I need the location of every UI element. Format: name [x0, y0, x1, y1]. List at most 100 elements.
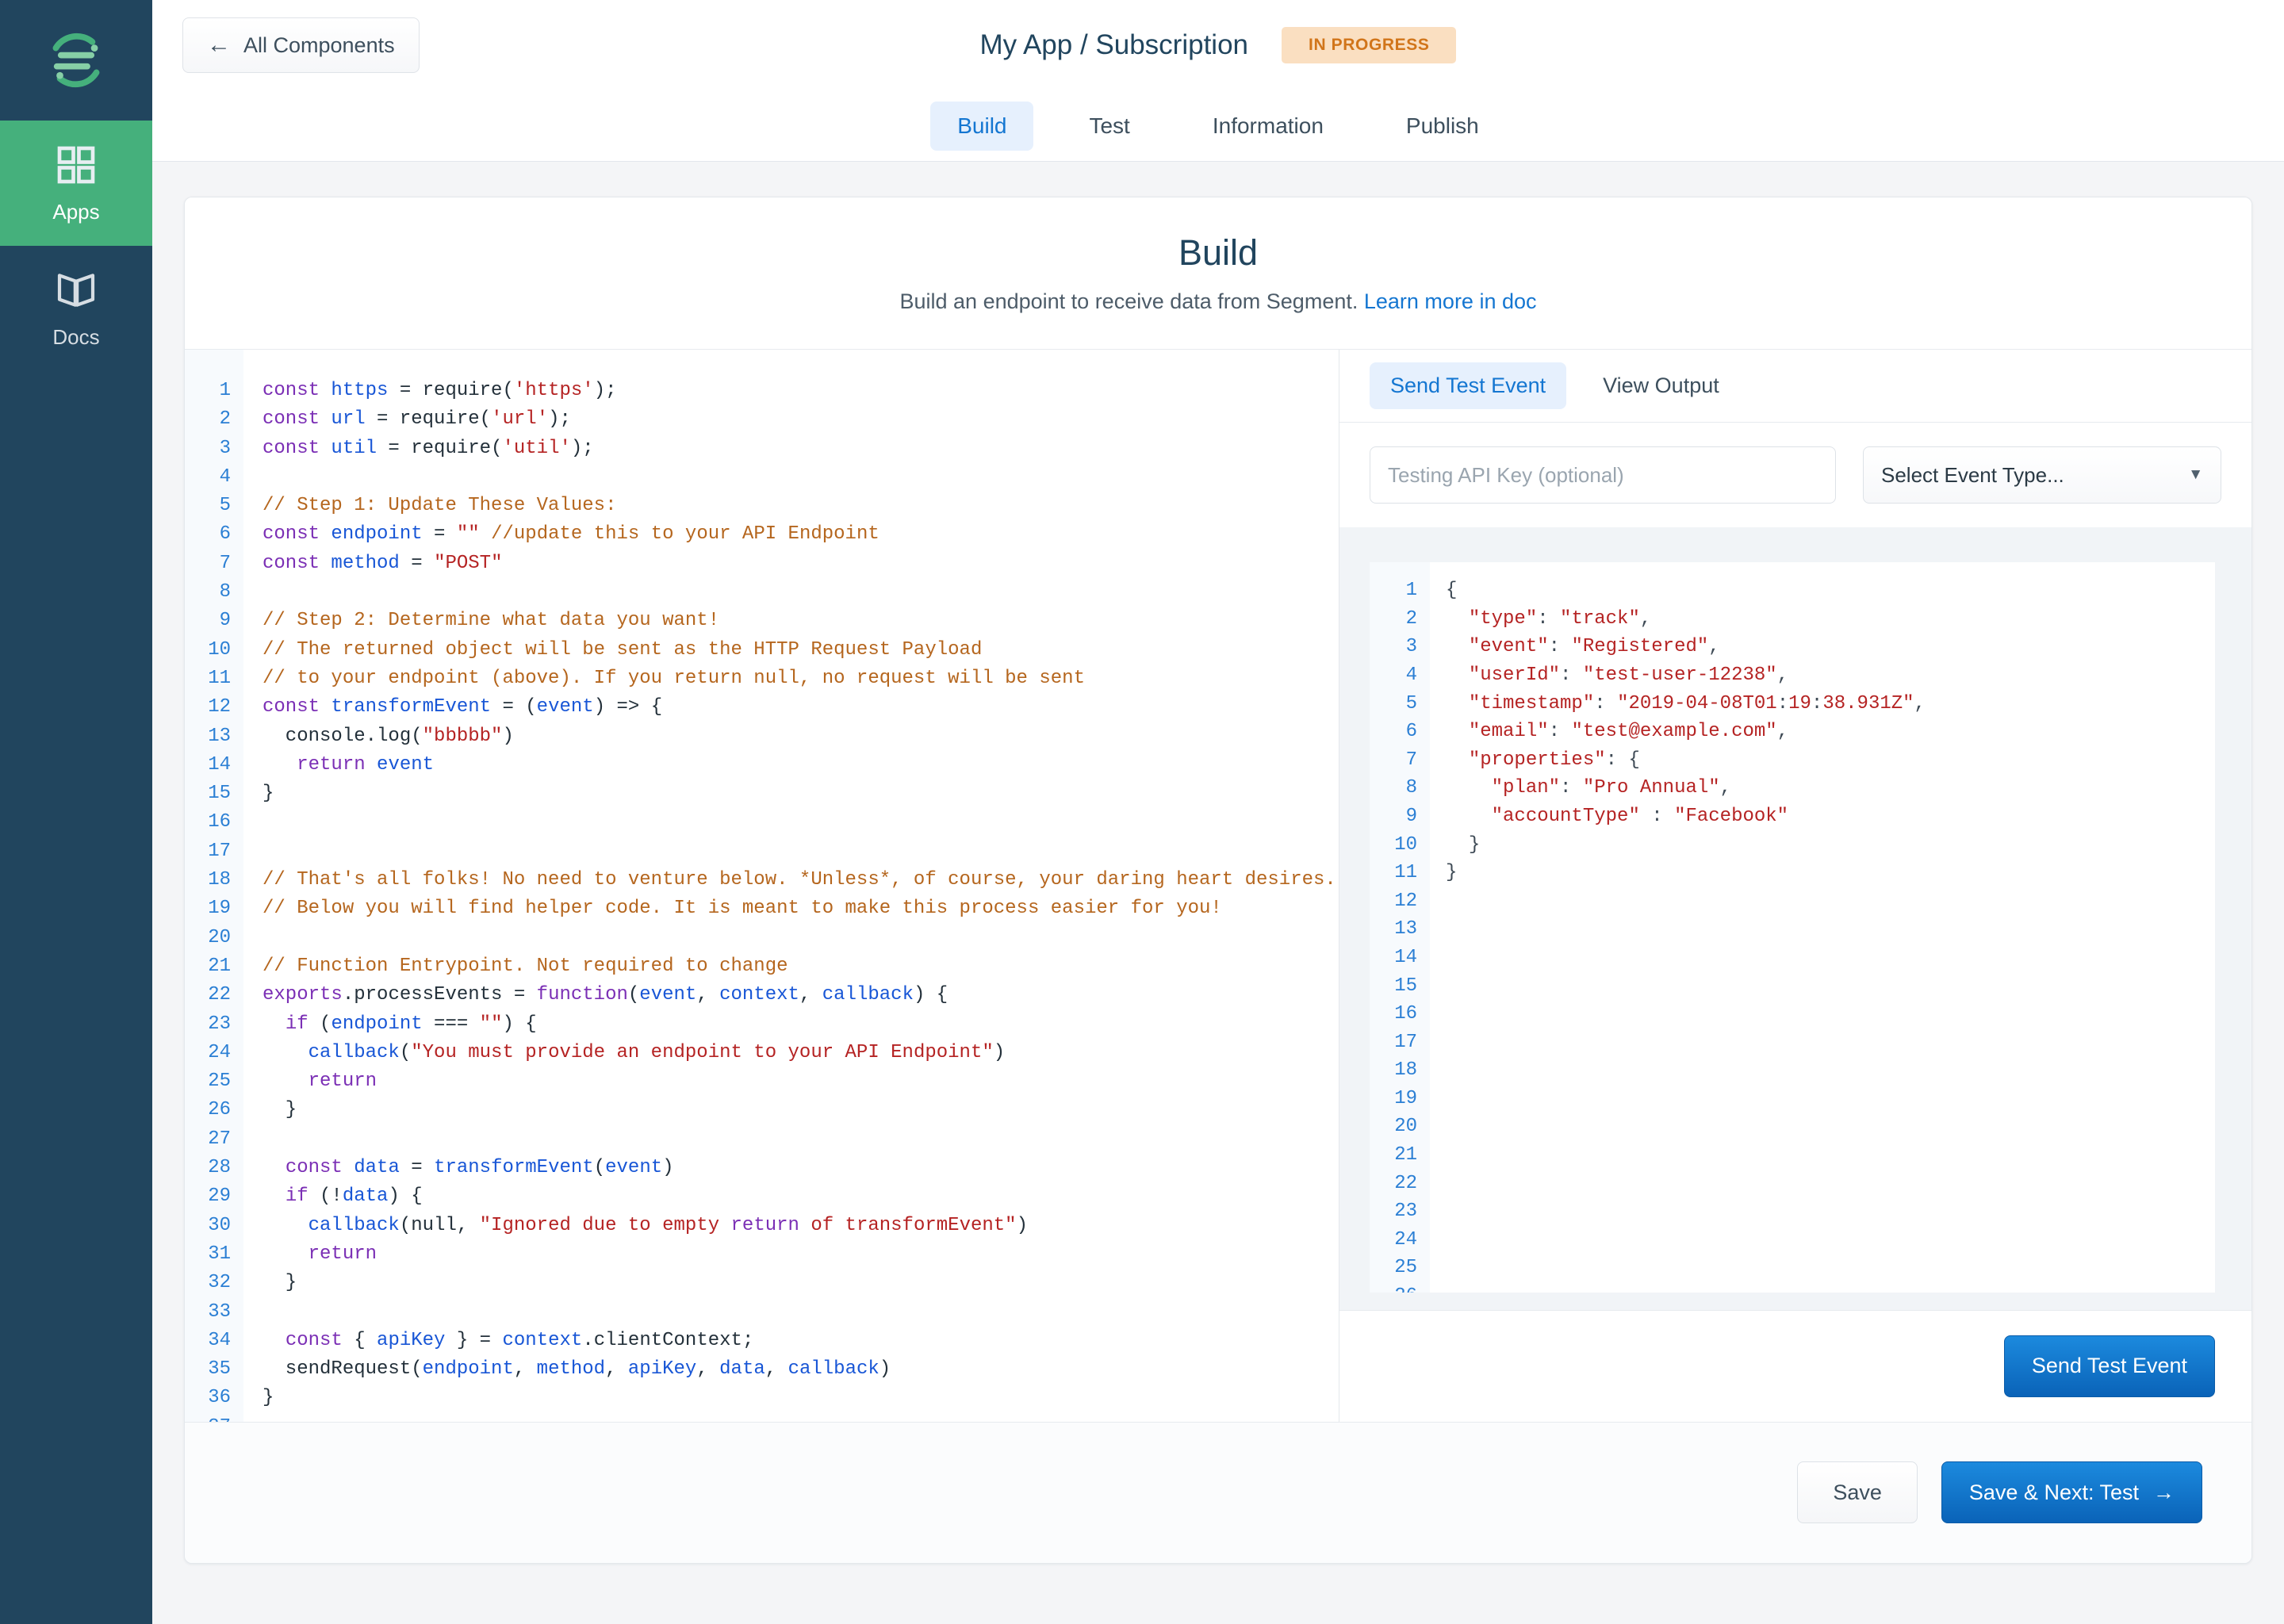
json-line: "type": "track", [1446, 605, 2215, 634]
code-line-number: 35 [185, 1355, 243, 1384]
json-line-number: 13 [1370, 915, 1430, 944]
arrow-right-icon: → [2153, 1480, 2175, 1505]
code-line-number: 11 [185, 665, 243, 693]
code-line [263, 1413, 1339, 1422]
event-type-selected-label: Select Event Type... [1881, 463, 2064, 488]
send-test-event-label: Send Test Event [2032, 1354, 2187, 1378]
tab-view-output[interactable]: View Output [1582, 362, 1740, 409]
code-line-number: 32 [185, 1269, 243, 1297]
json-line: "userId": "test-user-12238", [1446, 661, 2215, 690]
json-line-number: 25 [1370, 1254, 1430, 1282]
sidebar: Apps Docs [0, 0, 152, 1624]
code-line: return event [263, 751, 1339, 779]
tab-publish[interactable]: Publish [1379, 102, 1506, 151]
code-line-number: 26 [185, 1096, 243, 1124]
all-components-back-button[interactable]: ← All Components [182, 17, 420, 73]
code-line: // to your endpoint (above). If you retu… [263, 665, 1339, 693]
json-line: { [1446, 576, 2215, 605]
tab-build[interactable]: Build [930, 102, 1033, 151]
code-line-number: 5 [185, 492, 243, 520]
json-line [1446, 972, 2215, 1001]
code-line-number: 4 [185, 463, 243, 492]
json-line: "timestamp": "2019-04-08T01:19:38.931Z", [1446, 690, 2215, 718]
tab-send-test-event[interactable]: Send Test Event [1370, 362, 1566, 409]
build-subtitle-text: Build an endpoint to receive data from S… [900, 289, 1359, 313]
code-editor[interactable]: 1234567891011121314151617181920212223242… [185, 350, 1339, 1422]
code-line-number: 28 [185, 1154, 243, 1182]
code-line: // Below you will find helper code. It i… [263, 894, 1339, 923]
code-text[interactable]: const https = require('https');const url… [243, 350, 1339, 1422]
json-line-number: 7 [1370, 746, 1430, 775]
test-panel-tabs: Send Test Event View Output [1339, 350, 2251, 423]
sidebar-item-apps[interactable]: Apps [0, 121, 152, 246]
page-title: My App / Subscription [980, 29, 1249, 61]
json-line-number: 22 [1370, 1170, 1430, 1198]
segment-logo-icon [44, 28, 109, 93]
tab-test[interactable]: Test [1062, 102, 1156, 151]
json-line-number: 12 [1370, 887, 1430, 916]
grid-icon [54, 143, 98, 187]
code-line: const endpoint = "" //update this to you… [263, 520, 1339, 549]
json-line-number: 1 [1370, 576, 1430, 605]
code-line: // Function Entrypoint. Not required to … [263, 952, 1339, 981]
code-line-number: 36 [185, 1384, 243, 1412]
json-line-number: 8 [1370, 774, 1430, 802]
code-line: const { apiKey } = context.clientContext… [263, 1327, 1339, 1355]
code-line-number: 18 [185, 866, 243, 894]
code-line: const url = require('url'); [263, 405, 1339, 434]
code-line-number: 20 [185, 924, 243, 952]
code-line-number: 25 [185, 1067, 243, 1096]
code-line-number: 33 [185, 1298, 243, 1327]
json-editor[interactable]: 1234567891011121314151617181920212223242… [1370, 562, 2215, 1292]
json-line-number: 21 [1370, 1141, 1430, 1170]
app-logo[interactable] [0, 0, 152, 121]
json-line: "accountType" : "Facebook" [1446, 802, 2215, 831]
code-line [263, 578, 1339, 607]
arrow-left-icon: ← [207, 33, 231, 57]
code-line-number: 1 [185, 377, 243, 405]
code-line-number: 23 [185, 1010, 243, 1039]
learn-more-link[interactable]: Learn more in doc [1364, 289, 1537, 313]
json-line: "properties": { [1446, 746, 2215, 775]
testing-api-key-input[interactable] [1370, 446, 1836, 504]
sidebar-item-docs[interactable]: Docs [0, 246, 152, 371]
json-line-number: 4 [1370, 661, 1430, 690]
tab-bar: Build Test Information Publish [152, 90, 2284, 162]
json-line-numbers: 1234567891011121314151617181920212223242… [1370, 562, 1430, 1292]
save-and-next-button[interactable]: Save & Next: Test → [1941, 1461, 2202, 1523]
json-line-number: 3 [1370, 633, 1430, 661]
code-line: // That's all folks! No need to venture … [263, 866, 1339, 894]
code-line: return [263, 1240, 1339, 1269]
code-line: const transformEvent = (event) => { [263, 693, 1339, 722]
tab-information[interactable]: Information [1186, 102, 1351, 151]
send-test-event-button[interactable]: Send Test Event [2004, 1335, 2215, 1397]
code-line-number: 24 [185, 1039, 243, 1067]
code-line: } [263, 1269, 1339, 1297]
json-line-number: 15 [1370, 972, 1430, 1001]
json-line: "event": "Registered", [1446, 633, 2215, 661]
book-icon [54, 268, 98, 312]
json-editor-wrapper: 1234567891011121314151617181920212223242… [1339, 527, 2251, 1309]
build-card: Build Build an endpoint to receive data … [184, 197, 2252, 1564]
json-line [1446, 1226, 2215, 1254]
topbar: ← All Components My App / Subscription I… [152, 0, 2284, 90]
json-line-number: 18 [1370, 1056, 1430, 1085]
json-line-number: 11 [1370, 859, 1430, 887]
code-line: } [263, 1384, 1339, 1412]
save-button[interactable]: Save [1797, 1461, 1918, 1523]
json-line [1446, 1282, 2215, 1293]
chevron-down-icon: ▼ [2188, 466, 2203, 484]
json-text[interactable]: { "type": "track", "event": "Registered"… [1430, 562, 2215, 1292]
code-line-number: 8 [185, 578, 243, 607]
code-line [263, 924, 1339, 952]
json-line: "plan": "Pro Annual", [1446, 774, 2215, 802]
json-line: "email": "test@example.com", [1446, 718, 2215, 746]
sidebar-item-label: Apps [52, 200, 99, 224]
code-line-number: 12 [185, 693, 243, 722]
code-line-number: 3 [185, 435, 243, 463]
code-line-number: 6 [185, 520, 243, 549]
code-line-number: 16 [185, 808, 243, 837]
code-line-number: 27 [185, 1125, 243, 1154]
code-line-number: 15 [185, 779, 243, 808]
event-type-select[interactable]: Select Event Type... ▼ [1863, 446, 2221, 504]
